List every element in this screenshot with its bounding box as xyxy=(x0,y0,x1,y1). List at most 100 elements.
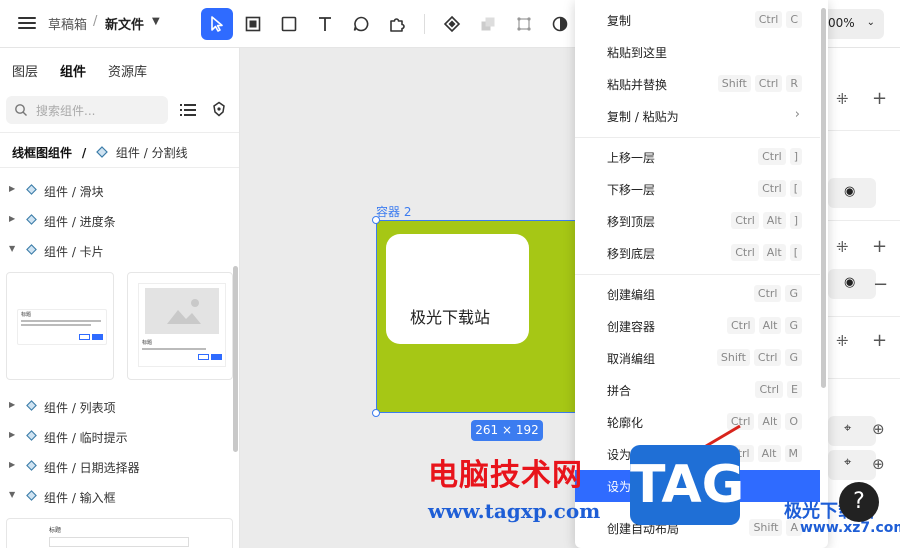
export-setting-pill[interactable]: ⌖ xyxy=(828,416,876,446)
input-thumbnail[interactable]: 标题 xyxy=(6,518,233,548)
export-setting-pill[interactable]: ⌖ xyxy=(828,450,876,480)
component-diamond-icon xyxy=(26,430,37,441)
menu-item-copy[interactable]: 复制 Ctrl C xyxy=(575,4,820,36)
menu-item-paste-replace[interactable]: 粘贴并替换 Shift Ctrl R xyxy=(575,68,820,100)
visibility-pill[interactable]: ◉ xyxy=(828,269,876,299)
thumbnail-button xyxy=(198,354,209,360)
tree-item-label: 组件 / 列表项 xyxy=(44,401,116,415)
crop-tool-button[interactable] xyxy=(508,8,540,40)
help-button[interactable]: ? xyxy=(839,482,879,522)
component-library-icon[interactable] xyxy=(211,101,227,117)
add-icon[interactable]: + xyxy=(872,330,887,351)
caret-right-icon[interactable]: ▶ xyxy=(9,430,15,439)
tree-item-input[interactable]: ▼ 组件 / 输入框 xyxy=(0,485,232,509)
menu-item-send-to-back[interactable]: 移到底层 Ctrl Alt[ xyxy=(575,237,820,269)
tree-item-progress[interactable]: ▶ 组件 / 进度条 xyxy=(0,209,232,233)
zoom-dropdown[interactable]: 00% ⌄ xyxy=(822,9,884,39)
remove-icon[interactable]: − xyxy=(873,274,888,295)
tree-item-toast[interactable]: ▶ 组件 / 临时提示 xyxy=(0,425,232,449)
card-thumbnail-1[interactable]: 标题 xyxy=(6,272,114,380)
key: ] xyxy=(789,148,802,165)
key: Shift xyxy=(717,75,751,92)
target-icon[interactable]: ⊕ xyxy=(872,420,885,438)
tree-item-date-picker[interactable]: ▶ 组件 / 日期选择器 xyxy=(0,455,232,479)
theme-tool-button[interactable] xyxy=(544,8,576,40)
shortcut: Ctrl[ xyxy=(758,180,802,197)
library-title[interactable]: 线框图组件 xyxy=(12,146,72,160)
key: Ctrl xyxy=(758,180,786,197)
library-subtitle[interactable]: 组件 / 分割线 xyxy=(116,146,188,160)
menu-item-label: 取消编组 xyxy=(607,352,656,366)
thumbnail-card: 标题 xyxy=(138,283,226,367)
drag-handle-icon[interactable]: ⁜ xyxy=(836,90,849,108)
tab-layers[interactable]: 图层 xyxy=(12,61,38,80)
menu-item-paste-here[interactable]: 粘贴到这里 xyxy=(575,36,820,68)
zoom-value: 00% xyxy=(828,16,855,30)
eye-icon[interactable]: ◉ xyxy=(844,184,855,199)
target-icon[interactable]: ⊕ xyxy=(872,455,885,473)
context-menu-scrollbar[interactable] xyxy=(821,8,826,388)
chevron-down-icon[interactable]: ▼ xyxy=(152,16,160,27)
key: Alt xyxy=(758,413,782,430)
menu-item-ungroup[interactable]: 取消编组 Shift Ctrl G xyxy=(575,342,820,374)
menu-item-bring-forward[interactable]: 上移一层 Ctrl] xyxy=(575,141,820,173)
visibility-pill[interactable]: ◉ xyxy=(828,178,876,208)
select-tool-button[interactable] xyxy=(201,8,233,40)
menu-item-group[interactable]: 创建编组 Ctrl G xyxy=(575,278,820,310)
menu-item-label: 复制 xyxy=(607,14,632,28)
caret-down-icon[interactable]: ▼ xyxy=(9,490,15,499)
thumbnail-title: 标题 xyxy=(49,527,62,534)
component-diamond-icon xyxy=(96,146,108,158)
component-search[interactable]: 搜索组件... xyxy=(6,96,168,124)
menu-item-copy-paste-as[interactable]: 复制 / 粘贴为 › xyxy=(575,100,820,132)
tree-item-list-item[interactable]: ▶ 组件 / 列表项 xyxy=(0,395,232,419)
boolean-tool-button[interactable] xyxy=(472,8,504,40)
caret-right-icon[interactable]: ▶ xyxy=(9,460,15,469)
crosshair-dashed-icon[interactable]: ⌖ xyxy=(844,421,851,436)
rectangle-tool-button[interactable] xyxy=(273,8,305,40)
tree-item-card[interactable]: ▼ 组件 / 卡片 xyxy=(0,239,232,263)
caret-right-icon[interactable]: ▶ xyxy=(9,400,15,409)
add-icon[interactable]: + xyxy=(872,88,887,109)
menu-item-create-container[interactable]: 创建容器 Ctrl Alt G xyxy=(575,310,820,342)
drag-handle-icon[interactable]: ⁜ xyxy=(836,332,849,350)
text-tool-button[interactable] xyxy=(309,8,341,40)
card-text[interactable]: 极光下载站 xyxy=(410,304,490,328)
menu-item-flatten[interactable]: 拼合 Ctrl E xyxy=(575,374,820,406)
caret-down-icon[interactable]: ▼ xyxy=(9,244,15,253)
breadcrumb-drafts[interactable]: 草稿箱 xyxy=(48,14,87,33)
caret-right-icon[interactable]: ▶ xyxy=(9,214,15,223)
component-tool-button[interactable] xyxy=(436,8,468,40)
tree-item-slider[interactable]: ▶ 组件 / 滑块 xyxy=(0,179,232,203)
resize-handle-bottom-left[interactable] xyxy=(372,409,380,417)
thumbnail-input-field xyxy=(49,537,189,547)
container-label[interactable]: 容器 2 xyxy=(376,203,411,220)
eye-icon[interactable]: ◉ xyxy=(844,275,855,290)
hamburger-menu-icon[interactable] xyxy=(18,14,36,32)
caret-right-icon[interactable]: ▶ xyxy=(9,184,15,193)
menu-item-send-backward[interactable]: 下移一层 Ctrl[ xyxy=(575,173,820,205)
menu-item-label: 拼合 xyxy=(607,384,632,398)
file-name[interactable]: 新文件 xyxy=(105,14,144,33)
cursor-icon xyxy=(211,16,223,32)
resize-handle-top-left[interactable] xyxy=(372,216,380,224)
key: Shift xyxy=(716,349,750,366)
crosshair-dashed-icon[interactable]: ⌖ xyxy=(844,455,851,470)
plugin-tool-button[interactable] xyxy=(381,8,413,40)
thumbnail-title: 标题 xyxy=(21,312,32,318)
left-panel-scrollbar[interactable] xyxy=(233,266,238,452)
tab-assets[interactable]: 资源库 xyxy=(108,61,147,80)
add-icon[interactable]: + xyxy=(872,236,887,257)
key: O xyxy=(785,413,802,430)
menu-item-label: 轮廓化 xyxy=(607,416,644,430)
menu-item-bring-to-front[interactable]: 移到顶层 Ctrl Alt] xyxy=(575,205,820,237)
tab-components[interactable]: 组件 xyxy=(60,61,86,80)
list-view-icon[interactable] xyxy=(180,103,196,117)
component-diamond-icon xyxy=(26,244,37,255)
card-thumbnail-2[interactable]: 标题 xyxy=(127,272,233,380)
comment-tool-button[interactable] xyxy=(345,8,377,40)
shortcut: Ctrl G xyxy=(753,285,802,302)
drag-handle-icon[interactable]: ⁜ xyxy=(836,238,849,256)
frame-tool-button[interactable] xyxy=(237,8,269,40)
key: Ctrl xyxy=(753,349,782,366)
